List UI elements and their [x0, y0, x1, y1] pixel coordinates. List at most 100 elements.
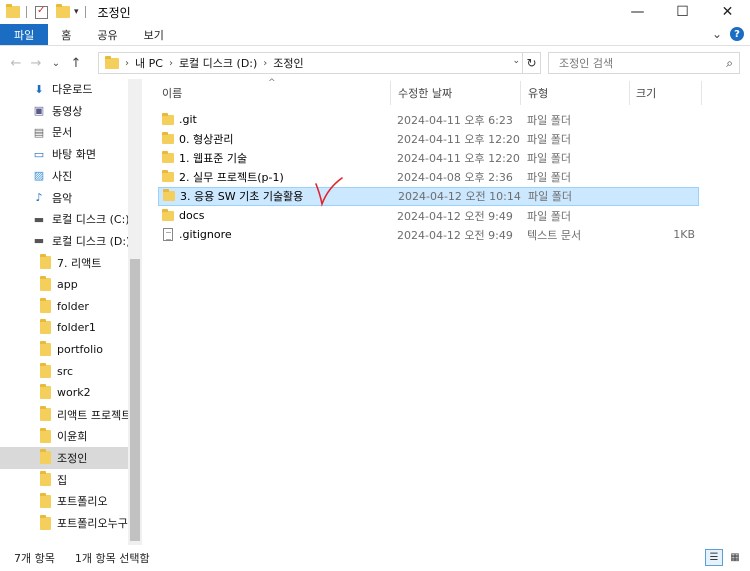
sidebar-item[interactable]: ▬ 로컬 디스크 (D:) [0, 230, 128, 252]
scrollbar-thumb[interactable] [130, 259, 140, 541]
breadcrumb-separator-icon: › [125, 57, 129, 69]
file-row[interactable]: 2. 실무 프로젝트(p-1) 2024-04-08 오후 2:36 파일 폴더 [158, 168, 699, 187]
sidebar-item-label: 로컬 디스크 (D:) [52, 234, 128, 248]
sidebar-item[interactable]: app [0, 273, 128, 295]
file-name-cell: docs [162, 208, 205, 222]
file-type: 파일 폴더 [527, 113, 571, 127]
address-bar[interactable]: › 내 PC › 로컬 디스크 (D:) › 조정인 ⌄ ↻ [98, 52, 541, 74]
tab-file[interactable]: 파일 [0, 24, 49, 45]
file-row[interactable]: 3. 응용 SW 기초 기술활용 2024-04-12 오전 10:14 파일 폴더 [158, 186, 699, 206]
chevron-down-icon[interactable]: ▾ [74, 7, 79, 17]
ribbon-tabs: 파일 홈 공유 보기 ⌄ ? [0, 24, 750, 46]
folder-icon [40, 319, 51, 335]
sidebar-item[interactable]: 7. 리액트 [0, 252, 128, 274]
column-header-date[interactable]: 수정한 날짜 [398, 79, 452, 107]
column-divider[interactable] [701, 81, 702, 105]
chevron-down-icon[interactable]: ⌄ [512, 56, 520, 66]
file-date: 2024-04-11 오후 6:23 [397, 113, 513, 127]
sidebar-item-label: 이윤희 [57, 430, 88, 444]
sidebar-item[interactable]: ▭ 바탕 화면 [0, 143, 128, 165]
up-icon[interactable]: ↑ [66, 56, 86, 71]
file-row[interactable]: docs 2024-04-12 오전 9:49 파일 폴더 [158, 206, 699, 225]
file-row[interactable]: .gitignore 2024-04-12 오전 9:49 텍스트 문서 1KB [158, 225, 699, 244]
handwritten-check-annotation [315, 177, 343, 207]
file-row[interactable]: 1. 웹표준 기술 2024-04-11 오후 12:20 파일 폴더 [158, 148, 699, 167]
column-header-type[interactable]: 유형 [528, 79, 548, 107]
sidebar-item[interactable]: ▣ 동영상 [0, 100, 128, 122]
folder-icon [40, 471, 51, 487]
breadcrumb-this-pc[interactable]: 내 PC [135, 55, 163, 71]
folder-icon [162, 208, 174, 221]
sort-ascending-icon: ^ [268, 78, 276, 88]
file-type: 파일 폴더 [527, 132, 571, 146]
new-folder-icon[interactable] [56, 4, 70, 18]
file-row[interactable]: .git 2024-04-11 오후 6:23 파일 폴더 [158, 110, 699, 129]
sidebar-item-label: 집 [57, 473, 68, 487]
sidebar-item[interactable]: 집 [0, 469, 128, 491]
sidebar-item[interactable]: ▤ 문서 [0, 121, 128, 143]
sidebar-item[interactable]: 포트폴리오누구 [0, 512, 128, 534]
folder-icon [105, 55, 119, 69]
back-icon[interactable]: ← [6, 56, 26, 71]
file-type: 텍스트 문서 [527, 228, 582, 242]
sidebar-item-label: 로컬 디스크 (C:) [52, 213, 128, 227]
folder-icon [163, 189, 175, 202]
file-row[interactable]: 0. 형상관리 2024-04-11 오후 12:20 파일 폴더 [158, 129, 699, 148]
tab-share[interactable]: 공유 [84, 24, 130, 45]
file-type: 파일 폴더 [527, 171, 571, 185]
folder-icon [40, 427, 51, 443]
sidebar-item[interactable]: src [0, 360, 128, 382]
divider [84, 6, 86, 18]
folder-icon [40, 449, 51, 465]
refresh-icon[interactable]: ↻ [522, 53, 540, 73]
sidebar-item[interactable]: 리액트 프로젝트 [0, 404, 128, 426]
large-icons-view-icon[interactable]: ▦ [726, 549, 744, 566]
sidebar-item[interactable]: work2 [0, 382, 128, 404]
sidebar-item[interactable]: folder1 [0, 317, 128, 339]
sidebar-item-label: folder [57, 299, 89, 313]
close-button[interactable]: ✕ [705, 0, 750, 24]
sidebar-item[interactable]: ♪ 음악 [0, 187, 128, 209]
column-header-size[interactable]: 크기 [636, 79, 656, 107]
recent-locations-icon[interactable]: ⌄ [46, 58, 66, 69]
search-input[interactable]: 조정인 검색 ⌕ [548, 52, 740, 74]
navigation-pane: ⬇ 다운로드 ▣ 동영상 ▤ 문서 ▭ 바탕 화면 ▨ 사진 ♪ 음악 ▬ 로컬 디스크 (C:) ▬ 로컬 … [0, 79, 142, 545]
expand-ribbon-icon[interactable]: ⌄ [712, 27, 722, 41]
sidebar-scrollbar[interactable] [128, 79, 142, 545]
sidebar-item-label: 바탕 화면 [52, 148, 96, 162]
help-icon[interactable]: ? [730, 27, 744, 41]
folder-icon [40, 275, 51, 291]
file-list: 이름 ^ 수정한 날짜 유형 크기 .git 2024-04-11 오후 6:23… [142, 78, 750, 545]
selection-count: 1개 항목 선택함 [74, 552, 150, 565]
forward-icon[interactable]: → [26, 56, 46, 71]
file-name: 2. 실무 프로젝트(p-1) [179, 171, 284, 185]
folder-icon [6, 4, 20, 18]
properties-icon[interactable] [35, 5, 48, 19]
column-divider[interactable] [520, 81, 521, 105]
sidebar-item[interactable]: ▨ 사진 [0, 165, 128, 187]
sidebar-item[interactable]: ⬇ 다운로드 [0, 79, 128, 100]
sidebar-item[interactable]: folder [0, 295, 128, 317]
sidebar-item[interactable]: portfolio [0, 338, 128, 360]
column-divider[interactable] [390, 81, 391, 105]
tab-home[interactable]: 홈 [48, 24, 84, 45]
sidebar-item[interactable]: ▬ 로컬 디스크 (C:) [0, 208, 128, 230]
details-view-icon[interactable]: ☰ [705, 549, 723, 566]
column-header-name[interactable]: 이름 [162, 79, 182, 107]
sidebar-item-label: 음악 [52, 191, 73, 205]
sidebar-item[interactable]: 조정인 [0, 446, 128, 469]
download-icon: ⬇ [34, 82, 44, 96]
minimize-button[interactable]: — [615, 0, 660, 24]
maximize-button[interactable]: ☐ [660, 0, 705, 24]
breadcrumb-drive-d[interactable]: 로컬 디스크 (D:) [179, 55, 257, 71]
folder-icon [40, 406, 51, 421]
sidebar-item-label: 조정인 [57, 451, 88, 465]
file-name: 0. 형상관리 [179, 132, 234, 146]
column-divider[interactable] [629, 81, 630, 105]
sidebar-item[interactable]: 이윤희 [0, 425, 128, 447]
sidebar-item-label: folder1 [57, 321, 96, 335]
sidebar-item[interactable]: 포트폴리오 [0, 490, 128, 512]
tab-view[interactable]: 보기 [131, 24, 177, 45]
file-name-cell: 1. 웹표준 기술 [162, 150, 247, 166]
breadcrumb-current[interactable]: 조정인 [273, 55, 303, 71]
